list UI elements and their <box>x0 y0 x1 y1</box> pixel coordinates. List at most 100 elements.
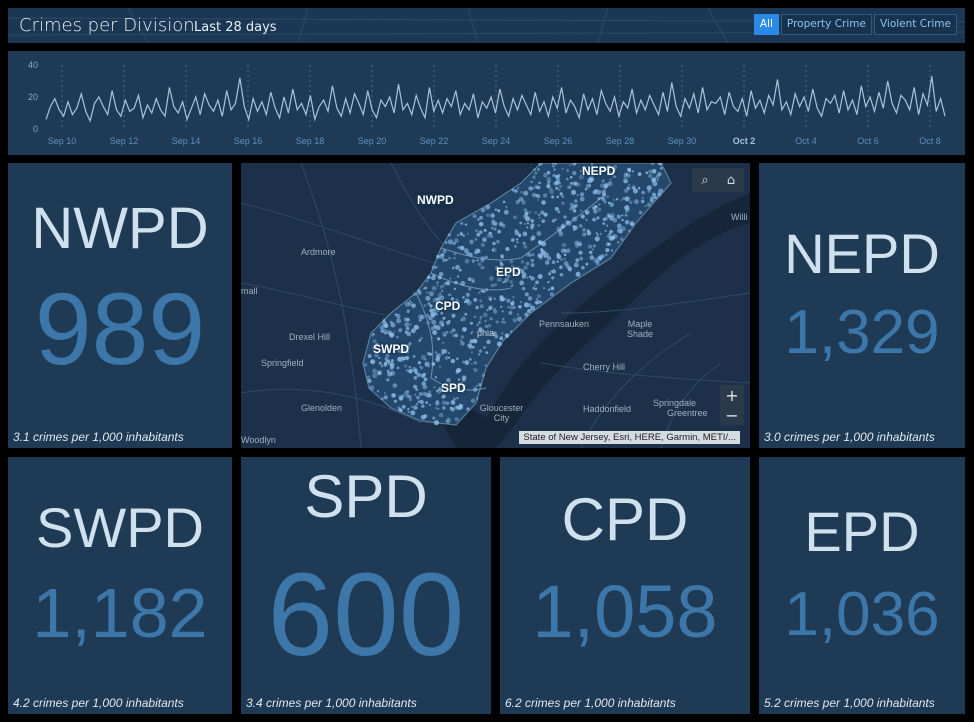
crime-point <box>550 286 555 291</box>
crime-point <box>592 244 596 248</box>
zoom-out-button[interactable]: − <box>720 405 744 425</box>
crime-map[interactable]: Ardmore Drexel Hill Springfield Glenolde… <box>241 163 750 448</box>
crime-point <box>446 417 451 423</box>
crime-point <box>647 202 651 207</box>
crime-point <box>474 229 478 233</box>
crime-point <box>423 377 428 382</box>
crime-point <box>601 179 605 183</box>
crime-point <box>541 219 546 224</box>
crime-point <box>523 208 528 212</box>
crime-point <box>407 318 410 321</box>
crime-point <box>479 299 483 303</box>
crime-point <box>604 216 608 221</box>
crime-point <box>496 341 502 347</box>
crime-rate: 4.2 crimes per 1,000 inhabitants <box>13 696 184 710</box>
crime-point <box>460 341 465 346</box>
crime-point <box>553 181 558 186</box>
crime-point <box>449 330 453 334</box>
crime-point <box>514 245 517 248</box>
crime-point <box>499 261 503 264</box>
crime-point <box>434 351 437 354</box>
filter-violent-crime-button[interactable]: Violent Crime <box>873 14 957 35</box>
crime-point <box>651 169 657 174</box>
crime-point <box>450 358 456 364</box>
crime-point <box>473 339 478 344</box>
crime-point <box>585 262 589 266</box>
crime-point <box>527 296 533 301</box>
crime-point <box>422 384 428 390</box>
crime-point <box>609 178 612 181</box>
crime-point <box>503 209 509 215</box>
crime-point <box>640 199 645 204</box>
map-toolbar: ⌕ ⌂ <box>692 168 744 192</box>
crime-point <box>656 179 659 181</box>
crime-point <box>627 208 630 211</box>
crime-point <box>525 261 530 266</box>
crime-point <box>555 186 559 190</box>
crime-point <box>527 309 530 311</box>
crime-point <box>597 207 602 212</box>
x-tick-label: Sep 14 <box>172 136 201 146</box>
crime-point <box>453 397 456 401</box>
crime-point <box>459 232 463 236</box>
crime-point <box>565 220 570 225</box>
crime-point <box>469 339 474 344</box>
map-label-nepd[interactable]: NEPD <box>582 164 615 178</box>
y-tick-label: 40 <box>28 60 38 70</box>
crime-point <box>455 264 460 270</box>
filter-property-crime-button[interactable]: Property Crime <box>780 14 872 35</box>
crime-point <box>538 181 541 185</box>
crime-count: 1,058 <box>532 570 718 653</box>
crime-point <box>490 235 494 238</box>
crime-point <box>473 297 478 302</box>
home-icon[interactable]: ⌂ <box>718 168 744 192</box>
crime-point <box>505 333 508 336</box>
crime-point <box>439 285 444 289</box>
crime-point <box>533 168 536 171</box>
crime-point <box>621 218 624 222</box>
crime-point <box>631 185 636 190</box>
map-label-swpd[interactable]: SWPD <box>373 342 409 356</box>
crime-point <box>509 280 513 284</box>
crime-point <box>534 300 539 305</box>
crime-point <box>561 167 564 170</box>
crime-point <box>406 331 412 337</box>
crime-point <box>494 208 497 211</box>
crime-point <box>552 165 555 168</box>
filter-all-button[interactable]: All <box>753 14 779 35</box>
crime-point <box>405 326 410 331</box>
crime-point <box>474 238 478 241</box>
x-tick-label: Sep 24 <box>482 136 511 146</box>
crime-point <box>641 196 645 200</box>
map-label-nwpd[interactable]: NWPD <box>417 193 454 207</box>
crime-point <box>383 362 388 367</box>
crime-point <box>478 221 484 227</box>
crime-point <box>424 361 430 367</box>
map-attribution[interactable]: State of New Jersey, Esri, HERE, Garmin,… <box>519 431 740 444</box>
crime-point <box>454 405 459 410</box>
crime-point <box>481 373 485 378</box>
map-label-epd[interactable]: EPD <box>496 265 521 279</box>
zoom-in-button[interactable]: + <box>720 385 744 405</box>
crime-point <box>431 362 436 366</box>
crime-point <box>396 366 400 370</box>
search-icon[interactable]: ⌕ <box>692 168 718 192</box>
crime-point <box>616 240 620 244</box>
crime-point <box>612 198 616 202</box>
crime-point <box>418 339 422 342</box>
crime-point <box>543 172 548 178</box>
crime-point <box>555 207 560 212</box>
map-label-cpd[interactable]: CPD <box>435 299 460 313</box>
crime-point <box>470 351 473 354</box>
crime-point <box>605 253 608 256</box>
crime-point <box>593 209 598 214</box>
crime-point <box>607 242 611 246</box>
crime-point <box>513 215 517 220</box>
crime-point <box>447 293 451 297</box>
crime-point <box>464 360 470 365</box>
map-label-spd[interactable]: SPD <box>441 381 466 395</box>
crime-point <box>426 279 429 283</box>
crime-point <box>415 403 418 406</box>
crime-point <box>490 283 495 288</box>
crime-point <box>579 224 583 228</box>
